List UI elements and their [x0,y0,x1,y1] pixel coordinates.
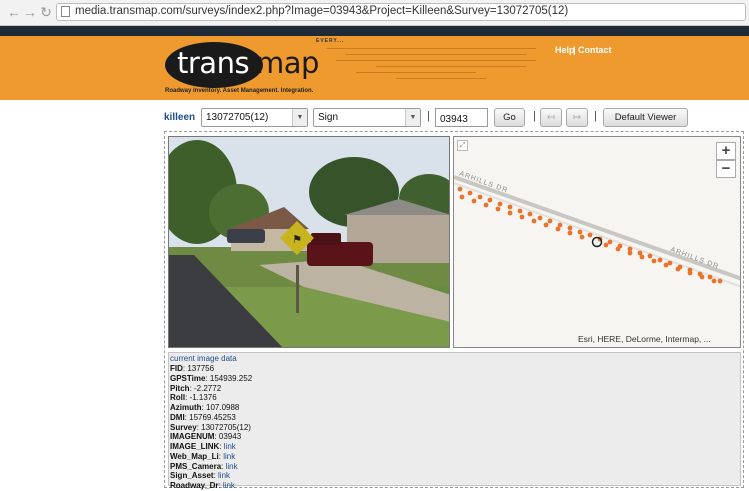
image-data-row: FID: 137756 [170,364,215,373]
map-canvas [454,175,740,288]
header-separator: | [573,45,576,55]
header-strip [0,26,749,36]
toolbar-divider: | [533,110,536,122]
field-key: Roadway_Dr [170,481,219,490]
default-viewer-button[interactable]: Default Viewer [603,108,688,127]
layer-select[interactable]: Sign ▼ [313,108,421,127]
image-data-panel [168,352,741,486]
field-value: -1.1376 [189,393,217,403]
expand-icon[interactable]: ⤢ [457,140,468,151]
browser-toolbar: ← → ↻ media.transmap.com/surveys/index2.… [0,0,749,26]
field-link[interactable]: link [223,452,235,461]
image-data-row: Azimuth: 107.0988 [170,403,240,412]
field-key: Roll [170,393,186,403]
image-data-row: GPSTime: 154939.252 [170,373,253,383]
image-number-field[interactable] [435,108,488,127]
word-collage [316,38,544,96]
page-icon [61,6,70,17]
previous-image-button[interactable]: ↤ [540,108,562,127]
next-image-button[interactable]: ↦ [566,108,588,127]
field-key: Web_Map_Li [170,451,219,461]
field-value: 03943 [218,432,242,442]
image-data-row: IMAGE_LINK: link [170,442,236,451]
image-data-row: Web_Map_Li: link [170,451,236,461]
logo-word-map: map [256,46,319,80]
go-button[interactable]: Go [494,108,525,127]
survey-select[interactable]: 13072705(12) ▼ [201,108,308,127]
collage-word: EVERY... [316,38,345,44]
survey-select-value: 13072705(12) [206,112,269,123]
zoom-out-button[interactable]: − [716,160,736,178]
tagline: Roadway Inventory. Asset Management. Int… [165,88,314,94]
contact-link[interactable]: Contact [578,45,612,55]
field-value: 107.0988 [206,403,240,412]
map-attribution: Esri, HERE, DeLorme, Intermap, ... [578,334,711,344]
address-bar[interactable]: media.transmap.com/surveys/index2.php?Im… [56,3,746,21]
field-key: GPSTime [170,373,206,383]
svg-text:⚑: ⚑ [292,233,302,246]
field-value: 15769.45253 [189,412,236,422]
map-panel[interactable]: ARHILLS DR ARHILLS DR [453,136,741,348]
image-data-row: DMI: 15769.45253 [170,412,236,422]
image-data-row: Survey: 13072705(12) [170,422,251,432]
help-link[interactable]: Help [555,45,575,55]
project-name: killeen [164,112,196,123]
toolbar-divider: | [594,110,597,122]
field-key: PMS_Camera [170,461,222,471]
reload-icon[interactable]: ↻ [38,4,54,20]
layer-select-value: Sign [318,112,339,123]
image-data-row: Roadway_Dr: link [170,481,235,490]
url-text[interactable]: media.transmap.com/surveys/index2.php?Im… [75,5,568,17]
field-link[interactable]: link [223,481,235,490]
field-link[interactable]: link [226,462,238,471]
survey-image[interactable]: ⚑ [168,136,450,348]
image-data-row: Sign_Asset: link [170,471,231,481]
forward-arrow-icon[interactable]: → [22,4,38,20]
field-key: IMAGENUM [170,432,215,442]
image-data-row: IMAGENUM: 03943 [170,432,242,442]
image-number-input[interactable] [436,112,488,127]
field-key: Sign_Asset [170,471,214,481]
field-link[interactable]: link [224,442,236,451]
field-key: Pitch [170,383,190,393]
field-key: Survey [170,422,197,432]
field-value: -2.2772 [194,383,222,393]
zoom-in-button[interactable]: + [716,142,736,160]
image-data-row: Roll: -1.1376 [170,393,217,403]
chevron-down-icon: ▼ [405,109,420,126]
field-link[interactable]: link [218,471,230,480]
image-data-row: PMS_Camera: link [170,461,238,471]
street-photo: ⚑ [169,137,449,347]
chevron-down-icon: ▼ [292,109,307,126]
field-key: Azimuth [170,403,202,412]
field-key: FID [170,364,183,373]
toolbar-divider: | [427,110,430,122]
field-value: 13072705(12) [201,422,251,432]
logo-word-trans: trans [177,46,250,80]
image-data-row: Pitch: -2.2772 [170,383,222,393]
image-data-title: current image data [170,354,237,363]
field-value: 154939.252 [209,373,253,383]
back-arrow-icon[interactable]: ← [6,4,22,20]
field-key: DMI [170,412,185,422]
field-key: IMAGE_LINK [170,442,220,451]
transmap-logo[interactable]: trans map [163,40,319,92]
field-value: 137756 [187,364,215,373]
